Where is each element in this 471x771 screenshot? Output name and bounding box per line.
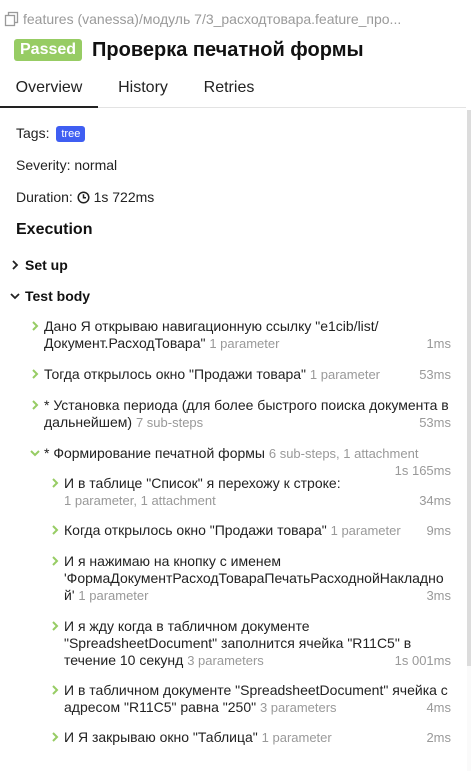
step-text-line: дальнейшем) <box>44 414 133 430</box>
step-text: И в табличном документе "SpreadsheetDocu… <box>64 682 448 716</box>
step-text-line: течение 10 секунд <box>64 652 184 668</box>
chevron-down-icon <box>30 446 40 463</box>
step-text-line: Тогда открылось окно "Продажи товара" <box>44 366 307 382</box>
step-duration: 53ms <box>419 367 451 382</box>
step-text: Дано Я открываю навигационную ссылку "e1… <box>44 318 379 352</box>
step-text-line: Дано Я открываю навигационную ссылку "e1… <box>44 318 379 334</box>
tag-badge[interactable]: tree <box>56 126 86 142</box>
step-text: Когда открылось окно "Продажи товара" 1 … <box>64 522 401 539</box>
chevron-right-icon <box>10 257 24 273</box>
step-duration: 2ms <box>426 730 451 745</box>
step-text-line: И в таблице "Список" я перехожу к строке… <box>64 475 341 491</box>
substep-row[interactable]: Когда открылось окно "Продажи товара" 1 … <box>50 522 451 539</box>
chevron-right-icon <box>50 554 60 571</box>
step-text-line: й' <box>64 587 75 603</box>
step-text-line: адресом "R11C5" равна "250" <box>64 699 257 715</box>
duration-row: Duration: 1s 722ms <box>16 189 154 207</box>
status-badge: Passed <box>14 39 83 61</box>
duration-label: Duration: <box>16 189 73 205</box>
chevron-right-icon <box>50 476 60 493</box>
step-text-line: И Я закрываю окно "Таблица" <box>64 729 258 745</box>
title-row: Passed Проверка печатной формы <box>14 38 364 62</box>
step-meta: 1 parameter <box>330 523 401 538</box>
tags-label: Tags: <box>16 125 50 141</box>
step-row[interactable]: Дано Я открываю навигационную ссылку "e1… <box>30 318 451 352</box>
page-title: Проверка печатной формы <box>92 39 364 61</box>
severity-label: Severity: <box>16 157 71 173</box>
step-duration: 34ms <box>419 493 451 508</box>
step-duration: 4ms <box>426 700 451 715</box>
setup-toggle[interactable]: Set up <box>10 257 68 273</box>
breadcrumb-text: features (vanessa)/модуль 7/3_расходтова… <box>23 11 402 27</box>
chevron-right-icon <box>50 523 60 540</box>
step-text: И Я закрываю окно "Таблица" 1 parameter <box>64 729 332 746</box>
step-text: И в таблице "Список" я перехожу к строке… <box>64 475 341 509</box>
step-meta: 1 parameter <box>261 730 332 745</box>
step-meta: 1 parameter <box>309 367 381 382</box>
tab-retries[interactable]: Retries <box>196 70 262 108</box>
step-meta: 6 sub-steps, 1 attachment <box>268 446 419 461</box>
step-text: И я нажимаю на кнопку с именем 'ФормаДоку… <box>64 553 444 604</box>
chevron-right-icon <box>50 683 60 700</box>
chevron-right-icon <box>30 398 40 415</box>
breadcrumb[interactable]: features (vanessa)/модуль 7/3_расходтова… <box>4 10 466 31</box>
clock-icon <box>77 191 90 207</box>
test-body-toggle[interactable]: Test body <box>10 288 90 304</box>
step-duration: 1ms <box>426 336 451 351</box>
chevron-right-icon <box>30 367 40 384</box>
step-text-line: Документ.РасходТовара" <box>44 335 206 351</box>
chevron-right-icon <box>30 319 40 336</box>
setup-label: Set up <box>25 257 68 273</box>
step-text: * Установка периода (для более быстрого … <box>44 397 449 431</box>
step-text: * Формирование печатной формы 6 sub-step… <box>44 445 418 462</box>
step-meta: 1 parameter <box>78 588 149 603</box>
tags-row: Tags: tree <box>16 125 86 142</box>
step-row[interactable]: * Установка периода (для более быстрого … <box>30 397 451 431</box>
tab-history[interactable]: History <box>110 70 176 108</box>
step-meta: 1 parameter <box>209 336 280 351</box>
step-duration: 53ms <box>419 415 451 430</box>
chevron-right-icon <box>50 619 60 636</box>
substep-row[interactable]: И в таблице "Список" я перехожу к строке… <box>50 475 451 509</box>
step-meta: 7 sub-steps <box>135 415 204 430</box>
substep-row[interactable]: И я нажимаю на кнопку с именем 'ФормаДоку… <box>50 553 451 604</box>
step-text: И я жду когда в табличном документе "Spre… <box>64 618 411 669</box>
step-text: Тогда открылось окно "Продажи товара" 1 … <box>44 366 380 383</box>
tab-bar: Overview History Retries <box>0 70 466 108</box>
chevron-down-icon <box>10 288 24 304</box>
copy-icon[interactable] <box>4 11 20 31</box>
step-text-line: И в табличном документе "SpreadsheetDocu… <box>64 682 448 698</box>
step-row[interactable]: Тогда открылось окно "Продажи товара" 1 … <box>30 366 451 383</box>
step-text-line: "SpreadsheetDocument" заполнится ячейка … <box>64 635 412 651</box>
step-text-line: И я нажимаю на кнопку с именем <box>64 553 281 569</box>
step-text-line: 'ФормаДокументРасходТовараПечатьРасходно… <box>64 570 444 586</box>
execution-title: Execution <box>16 221 93 238</box>
step-duration: 3ms <box>426 588 451 603</box>
severity-row: Severity: normal <box>16 157 117 173</box>
step-meta: 3 parameters <box>259 700 337 715</box>
scrollbar-thumb[interactable] <box>467 110 471 666</box>
step-meta: 3 parameters <box>187 653 264 668</box>
step-row[interactable]: * Формирование печатной формы 6 sub-step… <box>30 445 451 479</box>
step-duration: 9ms <box>426 523 451 538</box>
substep-row[interactable]: И Я закрываю окно "Таблица" 1 parameter 2… <box>50 729 451 746</box>
substep-row[interactable]: И я жду когда в табличном документе "Spre… <box>50 618 451 669</box>
step-text-line: * Установка периода (для более быстрого … <box>44 397 449 413</box>
duration-value: 1s 722ms <box>93 189 155 205</box>
step-meta: 1 parameter, 1 attachment <box>64 493 216 508</box>
severity-value: normal <box>74 157 118 173</box>
step-text-line: Когда открылось окно "Продажи товара" <box>64 522 327 538</box>
tab-overview[interactable]: Overview <box>0 70 98 108</box>
step-duration: 1s 001ms <box>394 653 451 668</box>
chevron-right-icon <box>50 730 60 747</box>
step-text-line: И я жду когда в табличном документе <box>64 618 310 634</box>
test-body-label: Test body <box>25 288 91 304</box>
substep-row[interactable]: И в табличном документе "SpreadsheetDocu… <box>50 682 451 716</box>
step-text-line: * Формирование печатной формы <box>44 445 265 461</box>
